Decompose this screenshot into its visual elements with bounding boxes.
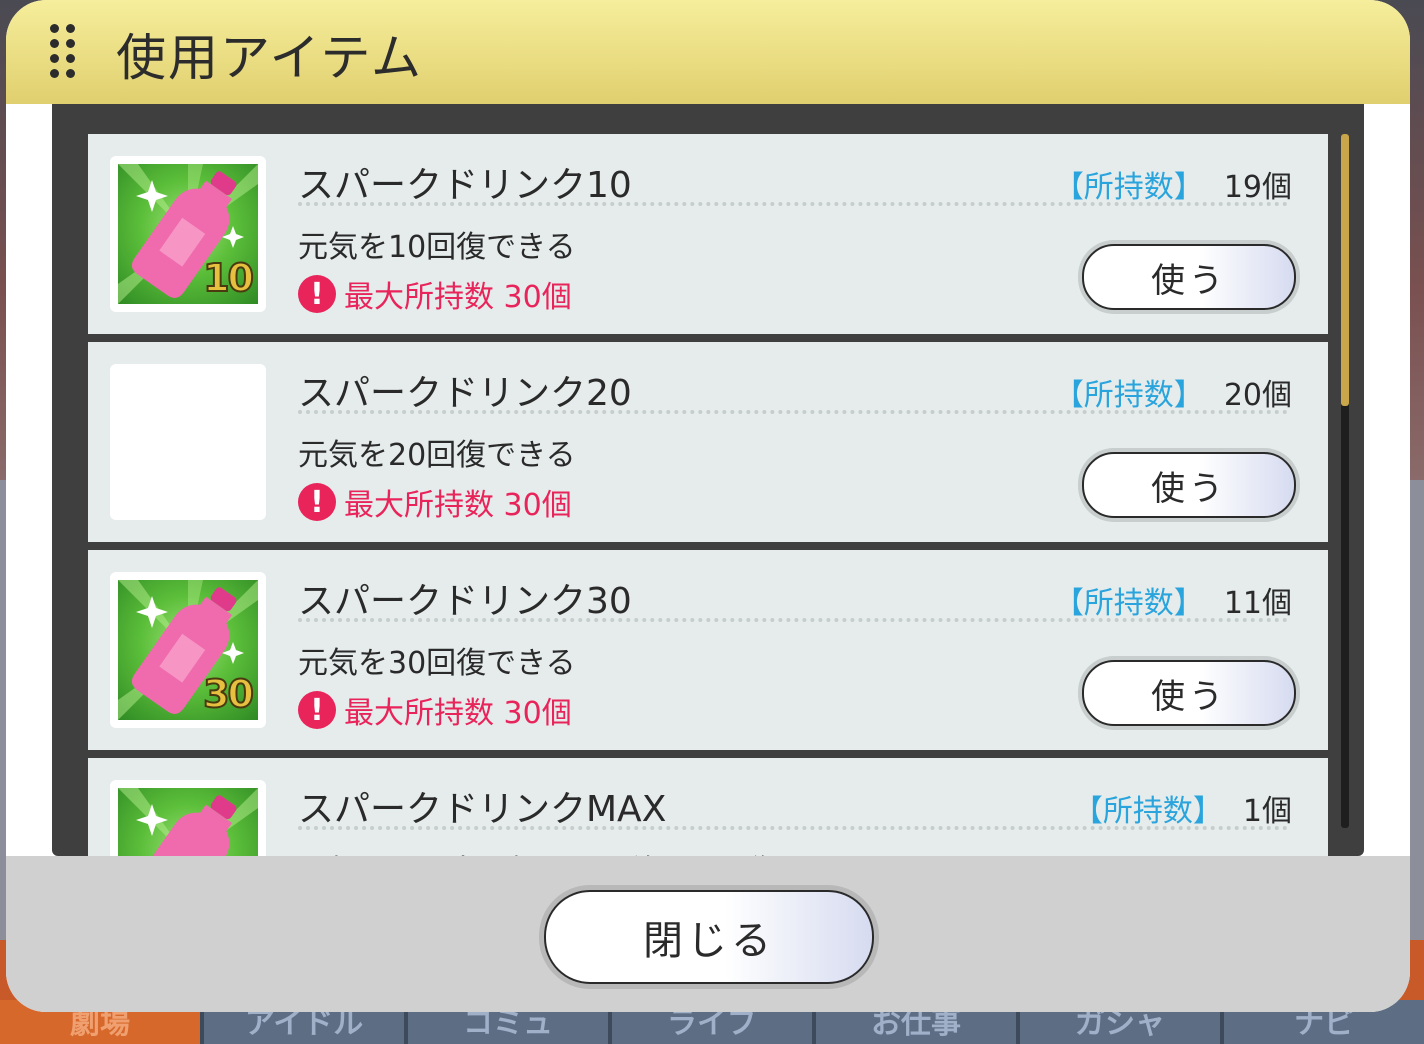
use-item-dialog: 使用アイテム 10 スパークドリンク10 【所持数】 19個 元気を10回復でき…: [6, 0, 1410, 1012]
owned-count: 【所持数】 11個: [1054, 578, 1292, 622]
exclamation-icon: !: [298, 483, 336, 521]
use-button[interactable]: 使う: [1082, 244, 1296, 310]
exclamation-icon: !: [298, 275, 336, 313]
spark-drink-icon: 10: [118, 164, 258, 304]
owned-count: 【所持数】 19個: [1054, 162, 1292, 206]
list-item: 10 スパークドリンク10 【所持数】 19個 元気を10回復できる ! 最大所…: [88, 134, 1328, 334]
item-thumbnail: [110, 364, 266, 520]
owned-value: 11個: [1223, 586, 1292, 621]
item-thumbnail: 30: [110, 572, 266, 728]
item-badge: 30: [202, 671, 255, 717]
use-button[interactable]: 使う: [1082, 660, 1296, 726]
item-name: スパークドリンク10: [298, 165, 632, 206]
owned-count: 【所持数】 20個: [1054, 370, 1292, 414]
item-name: スパークドリンク30: [298, 581, 632, 622]
divider: [298, 826, 1288, 830]
owned-value: 20個: [1223, 378, 1292, 413]
item-description: 元気を10回復できる: [298, 230, 576, 265]
scrollbar-thumb[interactable]: [1341, 134, 1349, 406]
list-item: スパークドリンクMAX 【所持数】 1個 元気を、最大元気と同じ値だけ回復する: [88, 758, 1328, 856]
warning-text: 最大所持数 30個: [344, 696, 572, 731]
drag-handle-icon[interactable]: [50, 24, 76, 80]
close-button[interactable]: 閉じる: [544, 890, 874, 984]
item-description: 元気を20回復できる: [298, 438, 576, 473]
owned-value: 19個: [1223, 170, 1292, 205]
dialog-header: 使用アイテム: [6, 0, 1410, 104]
divider: [298, 410, 1288, 414]
divider: [298, 618, 1288, 622]
item-description: 元気を、最大元気と同じ値だけ回復する: [298, 846, 838, 856]
use-button[interactable]: 使う: [1082, 452, 1296, 518]
dialog-footer: 閉じる: [6, 856, 1410, 1012]
owned-value: 1個: [1242, 794, 1292, 829]
max-warning: ! 最大所持数 30個: [298, 688, 572, 732]
owned-label: 【所持数】: [1072, 794, 1223, 829]
list-item: 30 スパークドリンク30 【所持数】 11個 元気を30回復できる ! 最大所…: [88, 550, 1328, 750]
owned-label: 【所持数】: [1053, 378, 1204, 413]
spark-drink-icon: 30: [118, 580, 258, 720]
list-item: スパークドリンク20 【所持数】 20個 元気を20回復できる ! 最大所持数 …: [88, 342, 1328, 542]
dialog-title: 使用アイテム: [116, 29, 423, 87]
item-thumbnail: 10: [110, 156, 266, 312]
scrollbar[interactable]: [1341, 134, 1349, 828]
owned-count: 【所持数】 1個: [1073, 786, 1292, 830]
owned-label: 【所持数】: [1053, 586, 1204, 621]
item-name: スパークドリンク20: [298, 373, 632, 414]
spark-drink-icon: [118, 788, 258, 856]
warning-text: 最大所持数 30個: [344, 488, 572, 523]
item-name: スパークドリンクMAX: [298, 789, 667, 830]
exclamation-icon: !: [298, 691, 336, 729]
item-description: 元気を30回復できる: [298, 646, 576, 681]
max-warning: ! 最大所持数 30個: [298, 272, 572, 316]
divider: [298, 202, 1288, 206]
warning-text: 最大所持数 30個: [344, 280, 572, 315]
item-list: 10 スパークドリンク10 【所持数】 19個 元気を10回復できる ! 最大所…: [52, 104, 1364, 856]
item-badge: 10: [202, 255, 255, 301]
max-warning: ! 最大所持数 30個: [298, 480, 572, 524]
owned-label: 【所持数】: [1053, 170, 1204, 205]
item-thumbnail: [110, 780, 266, 856]
